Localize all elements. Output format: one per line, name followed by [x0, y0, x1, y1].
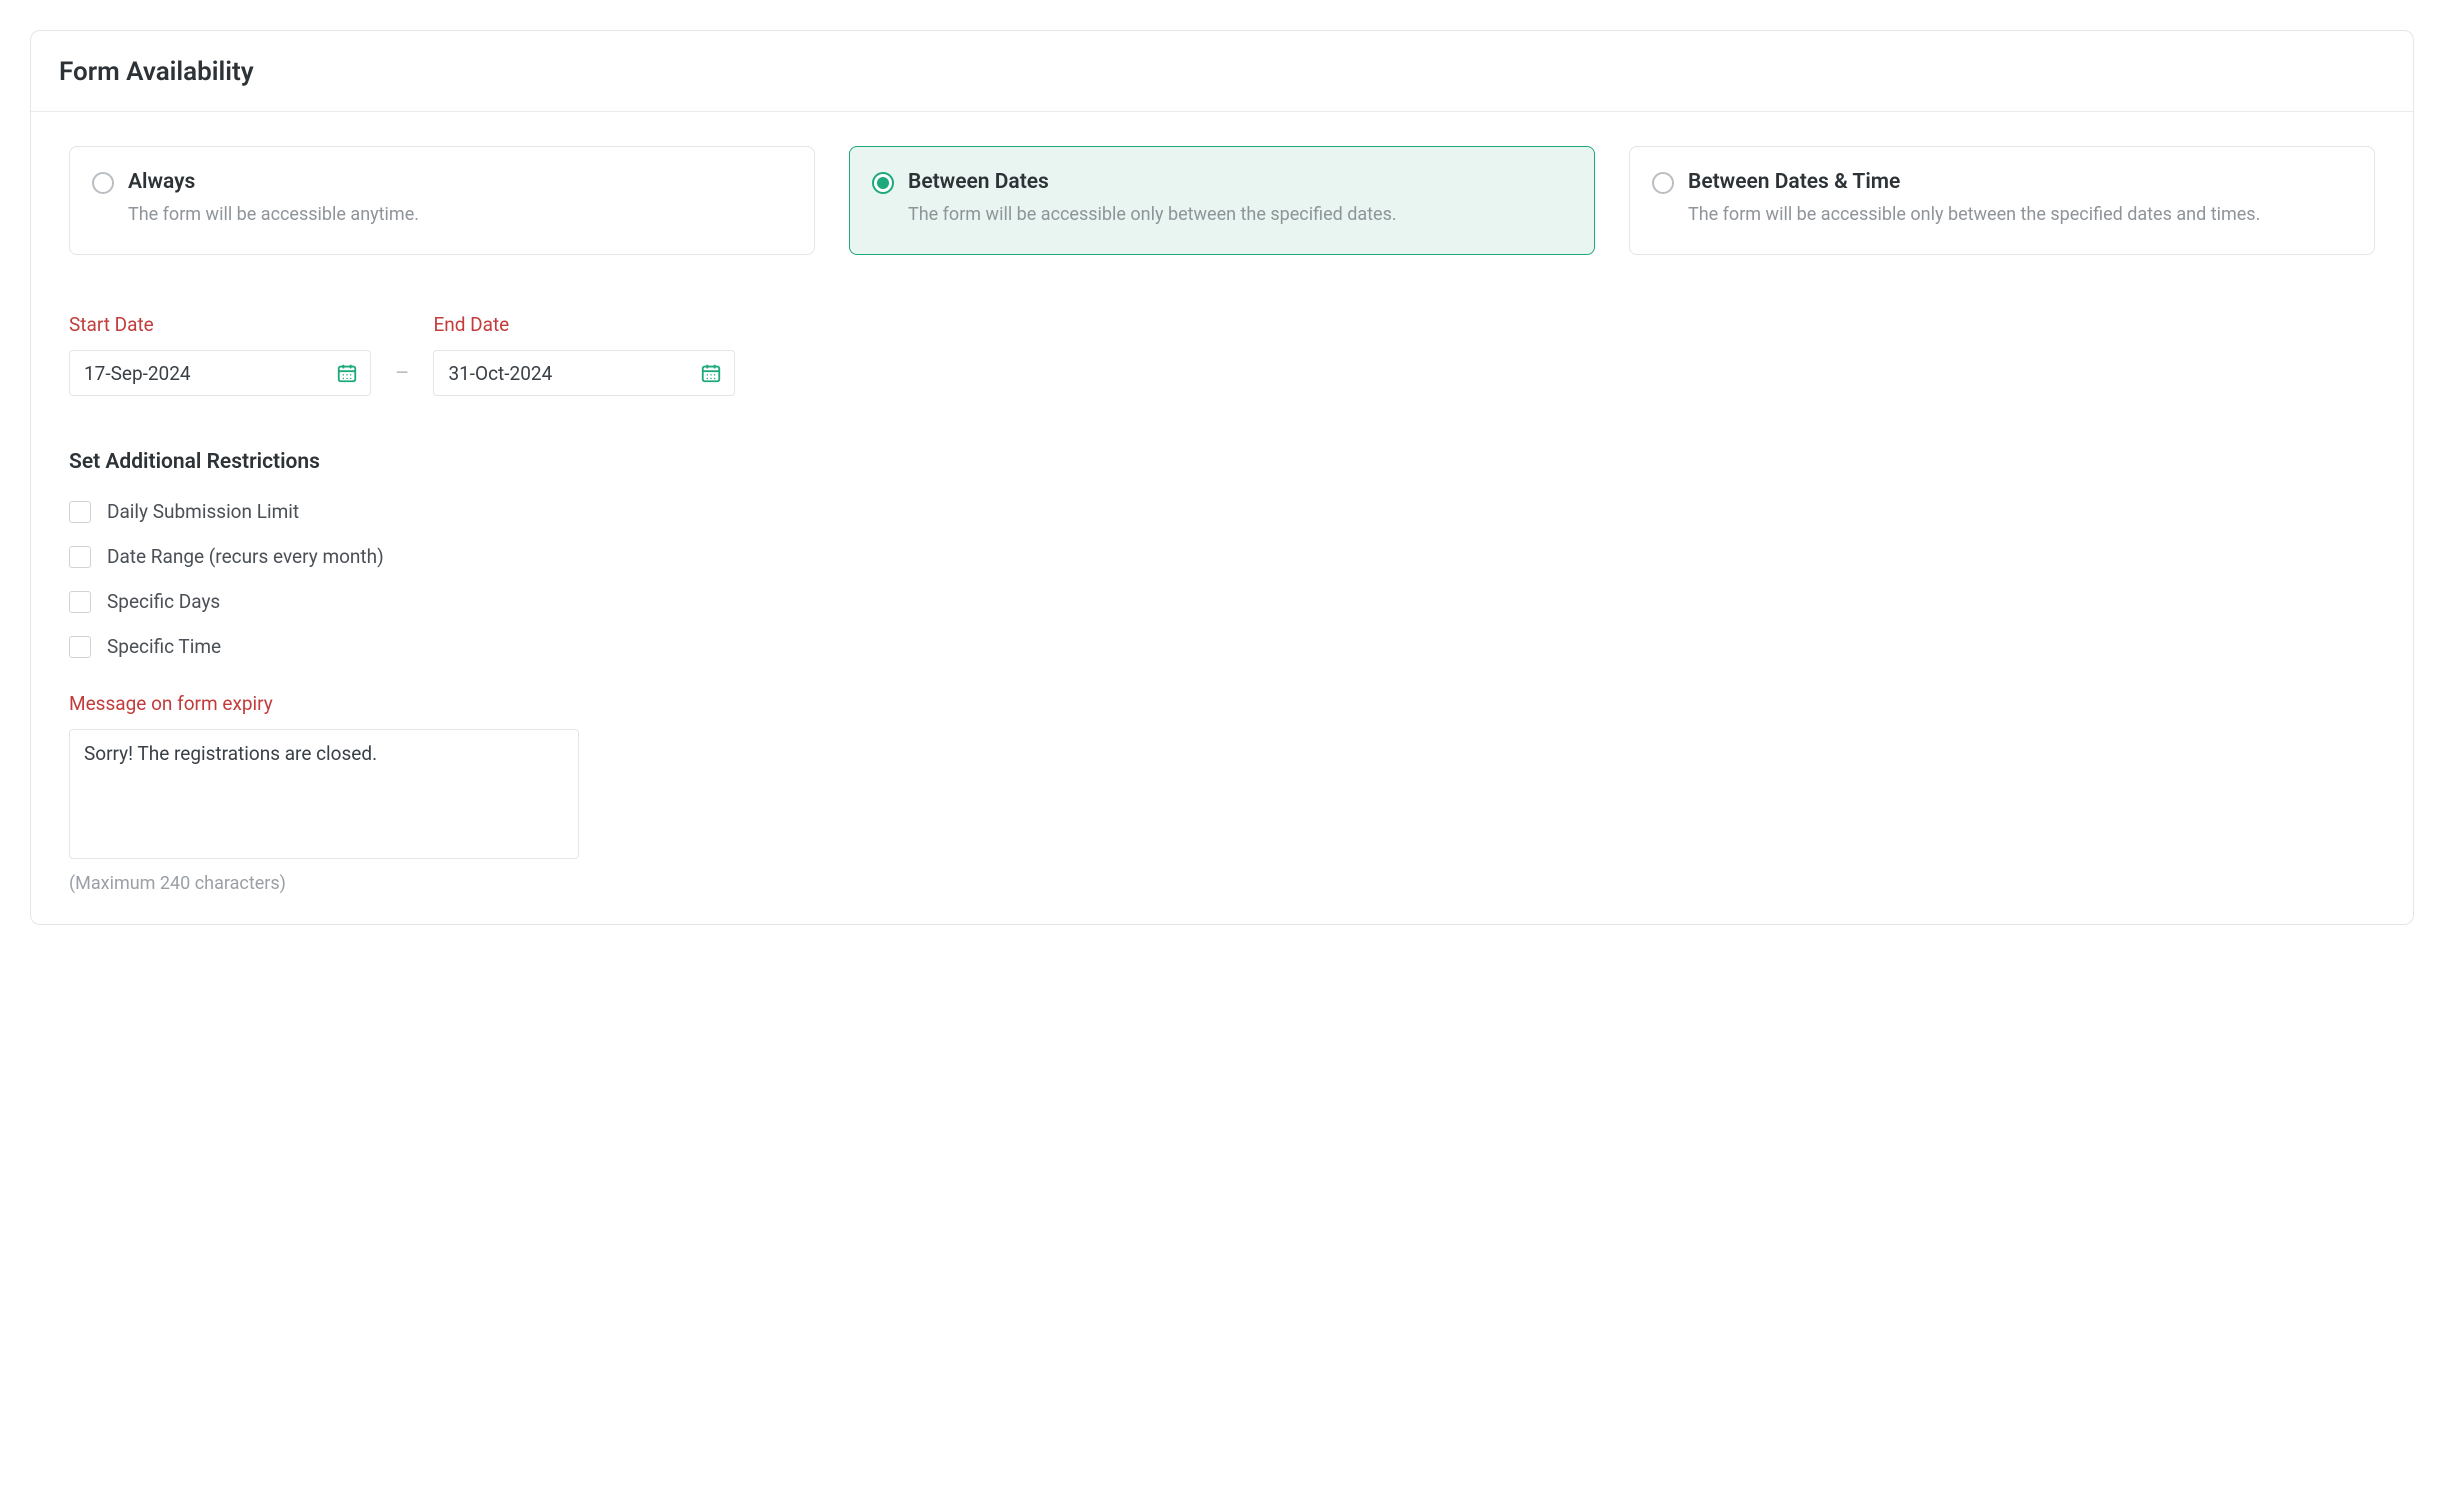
restrictions-heading: Set Additional Restrictions	[69, 450, 2375, 474]
checkbox-daily-limit[interactable]: Daily Submission Limit	[69, 500, 2375, 523]
checkbox-specific-time[interactable]: Specific Time	[69, 635, 2375, 658]
end-date-group: End Date	[433, 313, 735, 396]
option-between-dates-desc: The form will be accessible only between…	[908, 202, 1574, 228]
radio-always[interactable]	[92, 172, 114, 194]
checkbox-label: Date Range (recurs every month)	[107, 545, 384, 568]
checkbox-box[interactable]	[69, 591, 91, 613]
calendar-icon[interactable]	[700, 362, 722, 384]
form-availability-panel: Form Availability Always The form will b…	[30, 30, 2414, 925]
radio-between-dates[interactable]	[872, 172, 894, 194]
calendar-icon[interactable]	[336, 362, 358, 384]
option-texts: Between Dates & Time The form will be ac…	[1688, 169, 2354, 228]
end-date-label: End Date	[433, 313, 735, 336]
start-date-input[interactable]	[82, 361, 336, 386]
start-date-input-wrap[interactable]	[69, 350, 371, 396]
checkbox-box[interactable]	[69, 501, 91, 523]
checkbox-label: Specific Days	[107, 590, 220, 613]
option-texts: Between Dates The form will be accessibl…	[908, 169, 1574, 228]
date-separator: –	[395, 361, 409, 396]
checkbox-box[interactable]	[69, 546, 91, 568]
radio-dot	[877, 177, 889, 189]
start-date-label: Start Date	[69, 313, 371, 336]
radio-between-dates-time[interactable]	[1652, 172, 1674, 194]
option-between-dates[interactable]: Between Dates The form will be accessibl…	[849, 146, 1595, 255]
option-between-dates-time[interactable]: Between Dates & Time The form will be ac…	[1629, 146, 2375, 255]
option-between-dates-time-desc: The form will be accessible only between…	[1688, 202, 2354, 228]
option-between-dates-title: Between Dates	[908, 169, 1574, 196]
dates-row: Start Date	[69, 313, 2375, 396]
checkbox-label: Specific Time	[107, 635, 221, 658]
availability-options-row: Always The form will be accessible anyti…	[69, 146, 2375, 255]
checkbox-date-range[interactable]: Date Range (recurs every month)	[69, 545, 2375, 568]
option-always-title: Always	[128, 169, 794, 196]
start-date-group: Start Date	[69, 313, 371, 396]
panel-header: Form Availability	[31, 31, 2413, 112]
message-label: Message on form expiry	[69, 692, 2375, 715]
panel-body: Always The form will be accessible anyti…	[31, 112, 2413, 924]
checkbox-specific-days[interactable]: Specific Days	[69, 590, 2375, 613]
message-textarea[interactable]	[69, 729, 579, 859]
panel-title: Form Availability	[59, 57, 2385, 87]
option-texts: Always The form will be accessible anyti…	[128, 169, 794, 228]
option-always[interactable]: Always The form will be accessible anyti…	[69, 146, 815, 255]
end-date-input-wrap[interactable]	[433, 350, 735, 396]
option-between-dates-time-title: Between Dates & Time	[1688, 169, 2354, 196]
message-hint: (Maximum 240 characters)	[69, 873, 2375, 894]
end-date-input[interactable]	[446, 361, 700, 386]
option-always-desc: The form will be accessible anytime.	[128, 202, 794, 228]
checkbox-box[interactable]	[69, 636, 91, 658]
checkbox-label: Daily Submission Limit	[107, 500, 299, 523]
